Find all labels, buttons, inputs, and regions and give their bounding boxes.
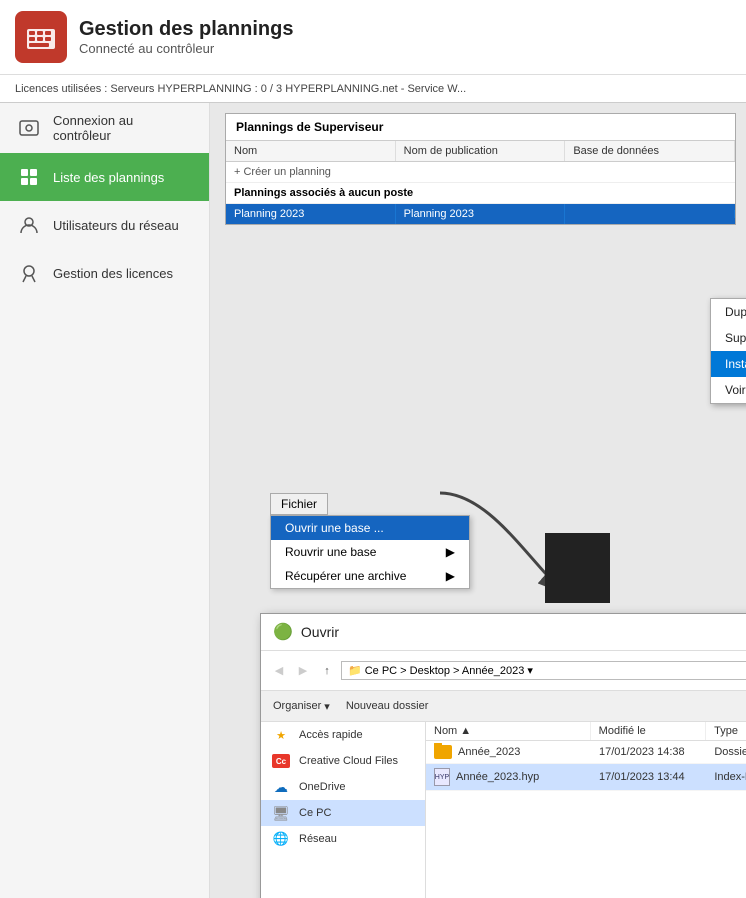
content-area: Plannings de Superviseur Nom Nom de publ… <box>210 103 746 898</box>
dialog-nav: ◀ ▶ ↑ 📁 Ce PC > Desktop > Année_2023 ▾ ↻… <box>261 651 746 691</box>
dropdown-rouvrir[interactable]: Rouvrir une base ▶ <box>271 540 469 564</box>
licences-icon <box>15 259 43 287</box>
sidebar-item-liste-label: Liste des plannings <box>53 170 164 185</box>
dialog-title-icon: 🟢 <box>273 622 293 642</box>
planning-panel: Plannings de Superviseur Nom Nom de publ… <box>225 113 736 225</box>
create-planning-label: + Créer un planning <box>234 166 331 178</box>
col-nom: Nom <box>226 141 396 161</box>
context-installer[interactable]: Installer en tant que service windows <box>711 351 746 377</box>
nav-back-btn[interactable]: ◀ <box>269 661 289 681</box>
file-modified-folder: 17/01/2023 14:38 <box>591 744 706 760</box>
dialog-title-bar: 🟢 Ouvrir <box>261 614 746 651</box>
hyp-icon: HYP <box>434 768 450 786</box>
file-row-hyp[interactable]: HYP Année_2023.hyp 17/01/2023 13:44 Inde… <box>426 764 746 791</box>
sidebar-item-licences[interactable]: Gestion des licences <box>0 249 209 297</box>
folder-icon-bc: 📁 <box>348 664 362 677</box>
dialog-body: ★ Accès rapide Cc Creative Cloud Files ☁ <box>261 722 746 898</box>
breadcrumb: 📁 Ce PC > Desktop > Année_2023 ▾ <box>341 661 746 680</box>
file-modified-hyp: 17/01/2023 13:44 <box>591 769 706 785</box>
app-subtitle: Connecté au contrôleur <box>79 41 293 56</box>
dropdown-ouvrir[interactable]: Ouvrir une base ... <box>271 516 469 540</box>
app-icon <box>15 11 67 63</box>
left-ce-pc[interactable]: 🖥 Ce PC <box>261 800 425 826</box>
onedrive-label: OneDrive <box>299 781 345 793</box>
onedrive-icon: ☁ <box>271 779 291 795</box>
file-dropdown: Ouvrir une base ... Rouvrir une base ▶ R… <box>270 515 470 589</box>
planning-panel-title: Plannings de Superviseur <box>226 114 735 141</box>
left-onedrive[interactable]: ☁ OneDrive <box>261 774 425 800</box>
liste-plannings-icon <box>15 163 43 191</box>
acces-rapide-label: Accès rapide <box>299 729 363 741</box>
sidebar-item-liste-plannings[interactable]: Liste des plannings <box>0 153 209 201</box>
menu-bar: Fichier <box>270 493 470 515</box>
context-dupliquer[interactable]: Dupliquer <box>711 299 746 325</box>
left-reseau[interactable]: 🌐 Réseau <box>261 826 425 852</box>
context-supprimer[interactable]: Supprimer le planning sélectionné <box>711 325 746 351</box>
header: Gestion des plannings Connecté au contrô… <box>0 0 746 75</box>
planning-table-header: Nom Nom de publication Base de données <box>226 141 735 162</box>
creative-cloud-icon: Cc <box>271 753 291 769</box>
reseau-icon: 🌐 <box>271 831 291 847</box>
sidebar: Connexion au contrôleur Liste des planni… <box>0 103 210 898</box>
utilisateurs-icon <box>15 211 43 239</box>
sidebar-item-utilisateurs[interactable]: Utilisateurs du réseau <box>0 201 209 249</box>
reseau-label: Réseau <box>299 833 337 845</box>
header-text: Gestion des plannings Connecté au contrô… <box>79 18 293 56</box>
sidebar-item-licences-label: Gestion des licences <box>53 266 173 281</box>
file-list-header: Nom ▲ Modifié le Type Taille <box>426 722 746 741</box>
open-dialog: 🟢 Ouvrir ◀ ▶ ↑ 📁 Ce PC > Desktop > Année… <box>260 613 746 898</box>
col-nom-header[interactable]: Nom ▲ <box>426 722 591 740</box>
left-creative-cloud[interactable]: Cc Creative Cloud Files <box>261 748 425 774</box>
ce-pc-icon: 🖥 <box>271 805 291 821</box>
planning-row[interactable]: Planning 2023 Planning 2023 <box>226 204 735 224</box>
file-menu-area: Fichier Ouvrir une base ... Rouvrir une … <box>270 493 470 589</box>
row-publication: Planning 2023 <box>396 204 566 224</box>
organiser-dropdown-icon: ▾ <box>324 700 330 713</box>
sidebar-item-utilisateurs-label: Utilisateurs du réseau <box>53 218 179 233</box>
create-planning-row[interactable]: + Créer un planning <box>226 162 735 183</box>
context-menu: Dupliquer Supprimer le planning sélectio… <box>710 298 746 404</box>
sidebar-item-connexion-label: Connexion au contrôleur <box>53 113 194 143</box>
row-nom: Planning 2023 <box>226 204 396 224</box>
dialog-title: Ouvrir <box>301 624 339 640</box>
ce-pc-label: Ce PC <box>299 807 331 819</box>
acces-rapide-icon: ★ <box>271 727 291 743</box>
file-list: Nom ▲ Modifié le Type Taille Année_2023 … <box>426 722 746 898</box>
folder-icon <box>434 745 452 759</box>
dropdown-recuperer[interactable]: Récupérer une archive ▶ <box>271 564 469 588</box>
black-box-overlay <box>545 533 610 603</box>
breadcrumb-text: Ce PC > Desktop > Année_2023 <box>365 665 525 677</box>
section-title: Plannings associés à aucun poste <box>226 183 735 204</box>
file-name-folder: Année_2023 <box>426 743 591 761</box>
breadcrumb-dropdown-icon: ▾ <box>527 664 533 677</box>
nav-up-btn[interactable]: ↑ <box>317 661 337 681</box>
fichier-menu-btn[interactable]: Fichier <box>270 493 328 515</box>
col-base: Base de données <box>565 141 735 161</box>
file-type-hyp: Index-Education ... <box>706 769 746 785</box>
sort-icon: ▲ <box>460 725 471 737</box>
left-acces-rapide[interactable]: ★ Accès rapide <box>261 722 425 748</box>
creative-cloud-label: Creative Cloud Files <box>299 755 398 767</box>
col-publication: Nom de publication <box>396 141 566 161</box>
row-base <box>565 210 735 218</box>
dialog-toolbar: Organiser ▾ Nouveau dossier ⊞ ▾ ☰ <box>261 691 746 722</box>
license-bar: Licences utilisées : Serveurs HYPERPLANN… <box>0 75 746 103</box>
nav-forward-btn[interactable]: ▶ <box>293 661 313 681</box>
main-layout: Connexion au contrôleur Liste des planni… <box>0 103 746 898</box>
nouveau-dossier-btn[interactable]: Nouveau dossier <box>342 698 433 714</box>
license-text: Licences utilisées : Serveurs HYPERPLANN… <box>15 83 466 95</box>
left-panel: ★ Accès rapide Cc Creative Cloud Files ☁ <box>261 722 426 898</box>
organiser-btn[interactable]: Organiser ▾ <box>269 698 334 715</box>
col-modified-header[interactable]: Modifié le <box>591 722 706 740</box>
context-guid[interactable]: Voir le GUID <box>711 377 746 403</box>
file-type-folder: Dossier de fichiers <box>706 744 746 760</box>
file-row-folder[interactable]: Année_2023 17/01/2023 14:38 Dossier de f… <box>426 741 746 764</box>
app-title: Gestion des plannings <box>79 18 293 41</box>
connexion-icon <box>15 114 43 142</box>
col-type-header[interactable]: Type <box>706 722 746 740</box>
submenu-arrow-1: ▶ <box>446 545 455 559</box>
sidebar-item-connexion[interactable]: Connexion au contrôleur <box>0 103 209 153</box>
submenu-arrow-2: ▶ <box>446 569 455 583</box>
file-name-hyp: HYP Année_2023.hyp <box>426 766 591 788</box>
